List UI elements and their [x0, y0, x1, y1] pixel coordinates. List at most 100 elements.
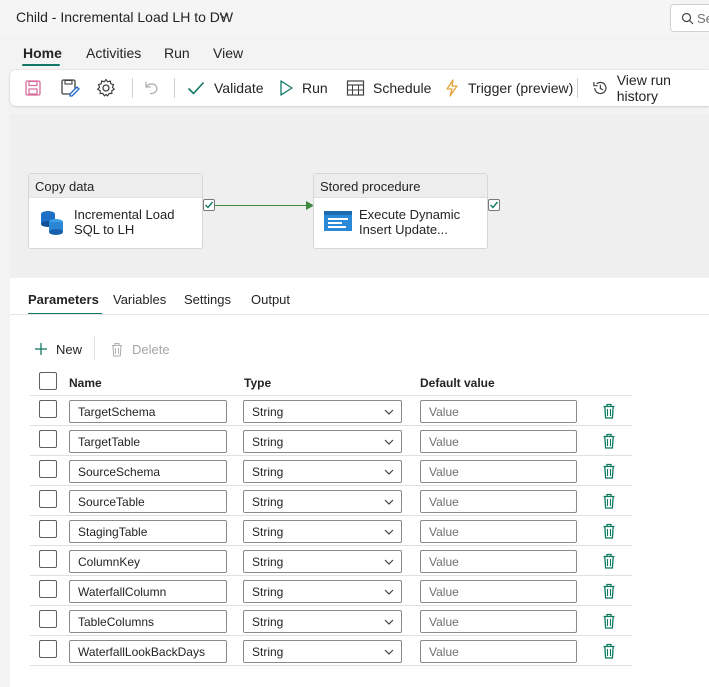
checkmark-icon [187, 81, 205, 95]
run-button[interactable]: Run [278, 70, 328, 106]
tab-parameters[interactable]: Parameters [28, 292, 99, 307]
row-checkbox[interactable] [39, 490, 57, 508]
table-row: StagingTable String Value [30, 516, 632, 546]
stored-procedure-activity[interactable]: Stored procedure Execute Dynamic Insert … [313, 173, 488, 249]
delete-row-icon[interactable] [602, 643, 616, 659]
table-row: TargetTable String Value [30, 426, 632, 456]
delete-row-icon[interactable] [602, 583, 616, 599]
default-value-input[interactable]: Value [420, 490, 577, 513]
validate-button[interactable]: Validate [186, 70, 264, 106]
parameter-name-input[interactable]: TargetTable [69, 430, 227, 453]
tab-variables[interactable]: Variables [113, 292, 166, 307]
delete-parameter-button[interactable]: Delete [110, 338, 170, 360]
parameter-type-select[interactable]: String [243, 610, 402, 633]
parameter-type-select[interactable]: String [243, 400, 402, 423]
row-checkbox[interactable] [39, 400, 57, 418]
trigger-label: Trigger (preview) [468, 80, 574, 96]
default-value-input[interactable]: Value [420, 550, 577, 573]
pipeline-title[interactable]: Child - Incremental Load LH to DW [16, 9, 233, 25]
chevron-down-icon[interactable] [218, 10, 230, 22]
new-label: New [56, 341, 83, 357]
success-output-check[interactable] [488, 199, 500, 211]
checkmark-icon [490, 201, 499, 209]
parameter-type-select[interactable]: String [243, 430, 402, 453]
chevron-down-icon [384, 439, 394, 445]
table-row: WaterfallColumn String Value [30, 576, 632, 606]
parameter-type-select[interactable]: String [243, 580, 402, 603]
new-parameter-button[interactable]: New [34, 338, 82, 360]
success-output-check[interactable] [203, 199, 215, 211]
delete-row-icon[interactable] [602, 493, 616, 509]
action-divider [94, 336, 95, 360]
delete-row-icon[interactable] [602, 433, 616, 449]
parameter-name-input[interactable]: TableColumns [69, 610, 227, 633]
tab-home[interactable]: Home [23, 45, 62, 61]
column-header-type: Type [244, 376, 272, 390]
success-connector [215, 205, 311, 206]
delete-row-icon[interactable] [602, 403, 616, 419]
row-checkbox[interactable] [39, 430, 57, 448]
view-run-history-label: View run history [616, 72, 671, 104]
parameter-name-input[interactable]: ColumnKey [69, 550, 227, 573]
toolbar-divider [132, 78, 133, 98]
parameter-type-select[interactable]: String [243, 460, 402, 483]
settings-button[interactable] [96, 70, 116, 106]
row-checkbox[interactable] [39, 610, 57, 628]
column-header-default-value: Default value [420, 376, 495, 390]
tab-output[interactable]: Output [251, 292, 290, 307]
trigger-button[interactable]: Trigger (preview) [444, 70, 573, 106]
copy-data-activity[interactable]: Copy data Incremental Load SQL to LH [28, 173, 203, 249]
parameter-name-input[interactable]: SourceTable [69, 490, 227, 513]
default-value-input[interactable]: Value [420, 400, 577, 423]
row-checkbox[interactable] [39, 640, 57, 658]
delete-row-icon[interactable] [602, 613, 616, 629]
delete-row-icon[interactable] [602, 523, 616, 539]
table-row: TableColumns String Value [30, 606, 632, 636]
title-bar: Child - Incremental Load LH to DW Se [0, 0, 709, 36]
chevron-down-icon [384, 589, 394, 595]
undo-button[interactable] [142, 70, 160, 106]
search-text: Se [697, 11, 709, 26]
parameter-type-select[interactable]: String [243, 550, 402, 573]
search-box[interactable]: Se [670, 4, 709, 32]
grid-header: Name Type Default value [30, 366, 632, 396]
parameter-name-input[interactable]: TargetSchema [69, 400, 227, 423]
save-button[interactable] [24, 70, 42, 106]
default-value-input[interactable]: Value [420, 430, 577, 453]
table-row: TargetSchema String Value [30, 396, 632, 426]
activity-name: Incremental Load SQL to LH [74, 207, 175, 237]
parameter-type-select[interactable]: String [243, 640, 402, 663]
tab-settings[interactable]: Settings [184, 292, 231, 307]
chevron-down-icon [384, 559, 394, 565]
default-value-input[interactable]: Value [420, 640, 577, 663]
delete-row-icon[interactable] [602, 463, 616, 479]
parameter-name-input[interactable]: WaterfallColumn [69, 580, 227, 603]
lightning-icon [446, 79, 458, 97]
parameter-name-input[interactable]: StagingTable [69, 520, 227, 543]
tab-run[interactable]: Run [164, 45, 190, 61]
parameter-type-select[interactable]: String [243, 490, 402, 513]
tab-view[interactable]: View [213, 45, 243, 61]
default-value-input[interactable]: Value [420, 460, 577, 483]
parameter-name-input[interactable]: SourceSchema [69, 460, 227, 483]
row-checkbox[interactable] [39, 580, 57, 598]
row-checkbox[interactable] [39, 520, 57, 538]
row-checkbox[interactable] [39, 460, 57, 478]
table-row: ColumnKey String Value [30, 546, 632, 576]
parameter-type-select[interactable]: String [243, 520, 402, 543]
table-row: WaterfallLookBackDays String Value [30, 636, 632, 666]
schedule-button[interactable]: Schedule [346, 70, 431, 106]
parameter-name-input[interactable]: WaterfallLookBackDays [69, 640, 227, 663]
row-checkbox[interactable] [39, 550, 57, 568]
delete-row-icon[interactable] [602, 553, 616, 569]
view-run-history-button[interactable]: View run history [592, 70, 709, 106]
panel-divider [10, 314, 709, 315]
tab-activities[interactable]: Activities [86, 45, 141, 61]
pipeline-canvas[interactable]: Copy data Incremental Load SQL to LH Sto… [10, 114, 709, 278]
default-value-input[interactable]: Value [420, 520, 577, 543]
default-value-input[interactable]: Value [420, 580, 577, 603]
save-as-button[interactable] [60, 70, 80, 106]
select-all-checkbox[interactable] [39, 372, 57, 390]
table-row: SourceSchema String Value [30, 456, 632, 486]
default-value-input[interactable]: Value [420, 610, 577, 633]
